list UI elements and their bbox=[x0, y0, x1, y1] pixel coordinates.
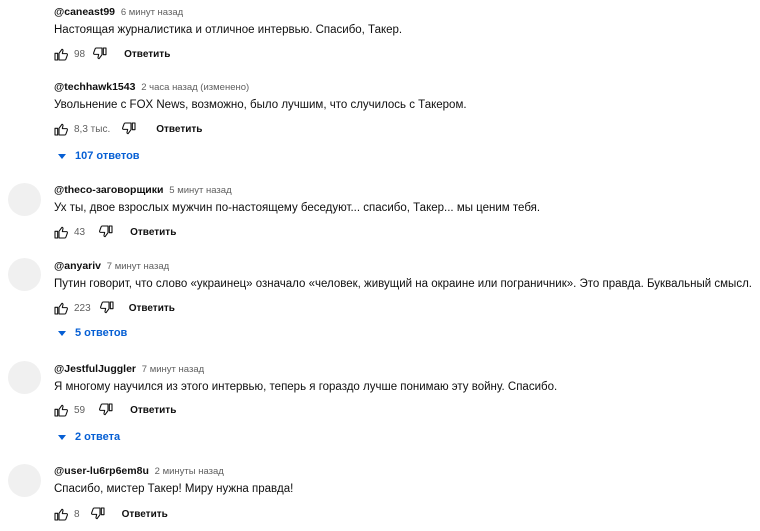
comment-header: @theco-заговорщики 5 минут назад bbox=[54, 184, 232, 197]
comment-timestamp[interactable]: 6 минут назад bbox=[121, 7, 183, 18]
thumb-down-icon[interactable] bbox=[91, 45, 109, 63]
comment-timestamp[interactable]: 2 минуты назад bbox=[155, 466, 224, 477]
comment-author[interactable]: @techhawk1543 bbox=[54, 81, 135, 93]
show-replies-button[interactable]: 2 ответа bbox=[58, 431, 120, 443]
thumb-down-icon[interactable] bbox=[89, 505, 107, 523]
thumb-down-icon[interactable] bbox=[98, 299, 116, 317]
reply-button[interactable]: Ответить bbox=[129, 303, 175, 314]
reply-button[interactable]: Ответить bbox=[122, 509, 168, 520]
thumb-up-icon[interactable] bbox=[52, 401, 70, 419]
show-replies-button[interactable]: 107 ответов bbox=[58, 150, 140, 162]
comment-text: Ух ты, двое взрослых мужчин по-настоящем… bbox=[54, 202, 541, 214]
comment-author[interactable]: @JestfulJuggler bbox=[54, 363, 136, 375]
comment-text: Я многому научился из этого интервью, те… bbox=[54, 381, 558, 393]
reply-button[interactable]: Ответить bbox=[130, 405, 176, 416]
comment-header: @caneast99 6 минут назад bbox=[54, 6, 183, 19]
comment-timestamp[interactable]: 5 минут назад bbox=[169, 185, 231, 196]
avatar[interactable] bbox=[8, 361, 41, 394]
thumb-up-icon[interactable] bbox=[52, 505, 70, 523]
comment-timestamp[interactable]: 7 минут назад bbox=[107, 261, 169, 272]
caret-down-icon bbox=[58, 330, 66, 336]
comment-actions: 8,3 тыс. Ответить bbox=[52, 120, 202, 138]
comment-author[interactable]: @theco-заговорщики bbox=[54, 184, 163, 196]
reply-button[interactable]: Ответить bbox=[156, 124, 202, 135]
comment-actions: 8 Ответить bbox=[52, 505, 168, 523]
caret-down-icon bbox=[58, 434, 66, 440]
comment-author[interactable]: @caneast99 bbox=[54, 6, 115, 18]
comment-author[interactable]: @user-lu6rp6em8u bbox=[54, 465, 149, 477]
like-count: 8,3 тыс. bbox=[74, 123, 111, 135]
avatar[interactable] bbox=[8, 183, 41, 216]
like-count: 223 bbox=[74, 302, 91, 314]
caret-down-icon bbox=[58, 153, 66, 159]
thumb-up-icon[interactable] bbox=[52, 223, 70, 241]
comment-text: Путин говорит, что слово «украинец» озна… bbox=[54, 278, 752, 290]
comment-actions: 223 Ответить bbox=[52, 299, 175, 317]
comment-timestamp[interactable]: 2 часа назад (изменено) bbox=[141, 82, 249, 93]
replies-count-label: 107 ответов bbox=[75, 150, 140, 162]
thumb-up-icon[interactable] bbox=[52, 299, 70, 317]
comment-text: Спасибо, мистер Такер! Миру нужна правда… bbox=[54, 483, 294, 495]
thumb-down-icon[interactable] bbox=[97, 223, 115, 241]
comment-text: Увольнение с FOX News, возможно, было лу… bbox=[54, 99, 467, 111]
like-count: 8 bbox=[74, 508, 80, 520]
replies-count-label: 2 ответа bbox=[75, 431, 121, 443]
comment-actions: 43 Ответить bbox=[52, 223, 176, 241]
comment-header: @JestfulJuggler 7 минут назад bbox=[54, 363, 204, 376]
thumb-down-icon[interactable] bbox=[97, 401, 115, 419]
reply-button[interactable]: Ответить bbox=[124, 49, 170, 60]
comment-actions: 59 Ответить bbox=[52, 401, 176, 419]
like-count: 59 bbox=[74, 404, 86, 416]
thumb-up-icon[interactable] bbox=[52, 120, 70, 138]
like-count: 43 bbox=[74, 226, 86, 238]
like-count: 98 bbox=[74, 48, 86, 60]
thumb-up-icon[interactable] bbox=[52, 45, 70, 63]
avatar[interactable] bbox=[8, 464, 41, 497]
thumb-down-icon[interactable] bbox=[120, 120, 138, 138]
replies-count-label: 5 ответов bbox=[75, 327, 128, 339]
comment-header: @anyariv 7 минут назад bbox=[54, 260, 169, 273]
comment-text: Настоящая журналистика и отличное интерв… bbox=[54, 24, 403, 36]
comment-header: @user-lu6rp6em8u 2 минуты назад bbox=[54, 465, 224, 478]
avatar[interactable] bbox=[8, 258, 41, 291]
comment-author[interactable]: @anyariv bbox=[54, 260, 101, 272]
show-replies-button[interactable]: 5 ответов bbox=[58, 327, 127, 339]
comment-actions: 98 Ответить bbox=[52, 45, 170, 63]
comment-timestamp[interactable]: 7 минут назад bbox=[142, 364, 204, 375]
comment-header: @techhawk1543 2 часа назад (изменено) bbox=[54, 81, 249, 94]
reply-button[interactable]: Ответить bbox=[130, 227, 176, 238]
